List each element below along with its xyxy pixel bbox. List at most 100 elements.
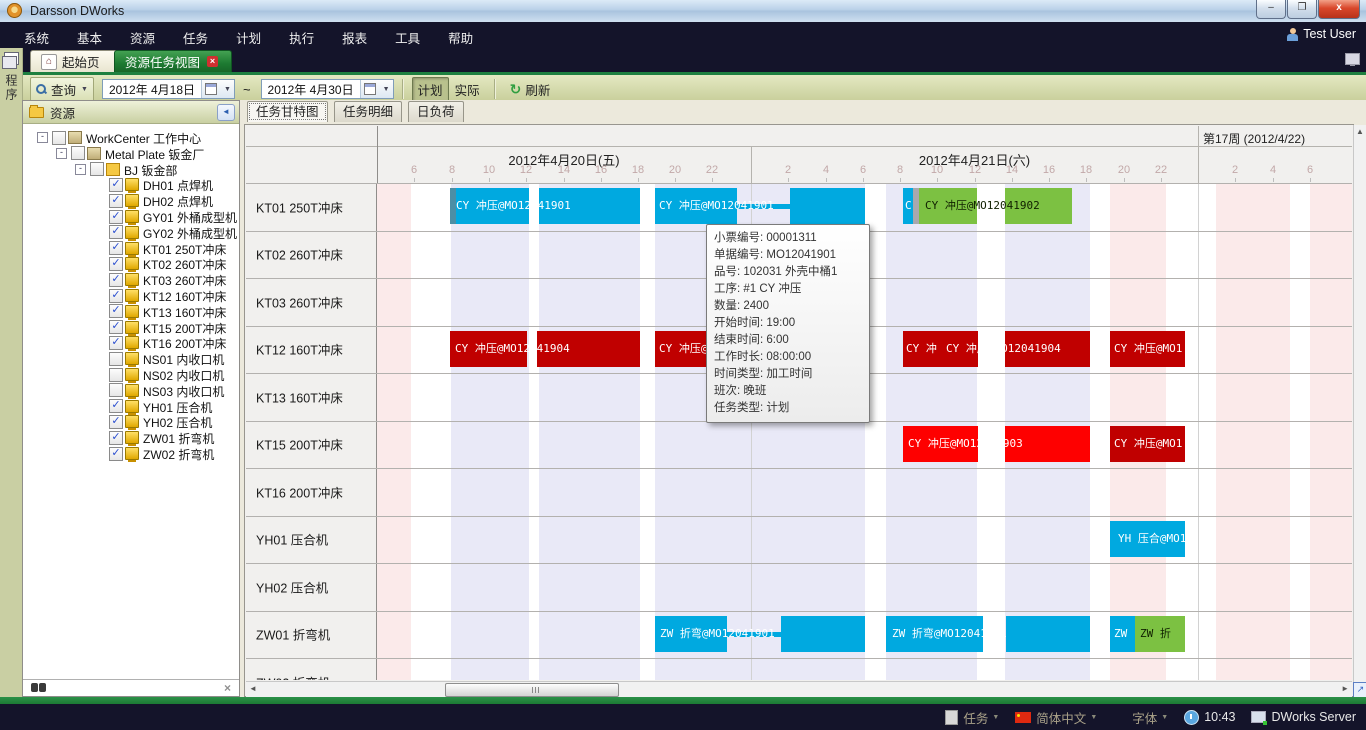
menu-item-任务[interactable]: 任务 bbox=[169, 22, 222, 48]
tree-item[interactable]: ✓DH01 点焊机 bbox=[23, 176, 239, 192]
refresh-button[interactable]: ↻ 刷新 bbox=[504, 77, 557, 102]
date-from-picker-button[interactable]: ▼ bbox=[201, 80, 234, 98]
statusbar-item-简体中文[interactable]: 简体中文▼ bbox=[1015, 708, 1097, 727]
gantt-bar-segment[interactable] bbox=[1006, 616, 1090, 652]
statusbar-item-字体[interactable]: 字体▼ bbox=[1113, 708, 1168, 727]
tree-checkbox[interactable]: ✓ bbox=[109, 178, 123, 192]
gantt-row-label: KT02 260T冲床 bbox=[246, 231, 377, 279]
tree-item[interactable]: ✓ZW02 折弯机 bbox=[23, 445, 239, 461]
subtab-任务甘特图[interactable]: 任务甘特图 bbox=[247, 101, 328, 122]
menu-item-帮助[interactable]: 帮助 bbox=[434, 22, 487, 48]
gantt-bar-handle[interactable] bbox=[913, 188, 919, 224]
panel-collapse-button[interactable]: ◄ bbox=[217, 104, 235, 121]
scroll-left-icon[interactable]: ◄ bbox=[249, 684, 257, 693]
search-button[interactable]: 查询 ▼ bbox=[30, 77, 94, 102]
tree-checkbox[interactable]: ✓ bbox=[109, 225, 123, 239]
tree-item[interactable]: NS01 内收口机 bbox=[23, 350, 239, 366]
tree-item[interactable]: -BJ 钣金部 bbox=[23, 161, 239, 177]
menu-item-资源[interactable]: 资源 bbox=[116, 22, 169, 48]
find-icon[interactable] bbox=[31, 683, 38, 692]
tree-item[interactable]: ✓DH02 点焊机 bbox=[23, 192, 239, 208]
horizontal-scrollbar-thumb[interactable] bbox=[445, 683, 619, 697]
menu-item-计划[interactable]: 计划 bbox=[222, 22, 275, 48]
tree-checkbox[interactable]: ✓ bbox=[109, 320, 123, 334]
tree-item[interactable]: ✓YH02 压合机 bbox=[23, 413, 239, 429]
subtab-任务明细[interactable]: 任务明细 bbox=[334, 101, 402, 122]
minimize-button[interactable]: – bbox=[1256, 0, 1286, 19]
tree-expander-icon[interactable]: - bbox=[75, 164, 86, 175]
popout-corner-button[interactable]: ↗ bbox=[1353, 682, 1366, 698]
tree-item[interactable]: ✓KT15 200T冲床 bbox=[23, 319, 239, 335]
tree-checkbox[interactable]: ✓ bbox=[109, 304, 123, 318]
restore-button[interactable]: ❐ bbox=[1287, 0, 1317, 19]
caret-down-icon[interactable]: ▼ bbox=[1161, 714, 1168, 721]
tree-checkbox[interactable] bbox=[90, 162, 104, 176]
user-box[interactable]: Test User bbox=[1287, 27, 1356, 41]
tree-checkbox[interactable] bbox=[109, 352, 123, 366]
menu-item-系统[interactable]: 系统 bbox=[10, 22, 63, 48]
tree-checkbox[interactable]: ✓ bbox=[109, 399, 123, 413]
plan-toggle-button[interactable]: 计划 bbox=[412, 77, 449, 102]
tree-checkbox[interactable] bbox=[52, 131, 66, 145]
tree-item[interactable]: ✓KT02 260T冲床 bbox=[23, 255, 239, 271]
tree-item[interactable]: ✓KT16 200T冲床 bbox=[23, 334, 239, 350]
tree-checkbox[interactable]: ✓ bbox=[109, 241, 123, 255]
tab-close-icon[interactable]: × bbox=[207, 56, 218, 67]
tree-item[interactable]: -Metal Plate 钣金厂 bbox=[23, 145, 239, 161]
date-to-field[interactable]: 2012年 4月30日 ▼ bbox=[261, 79, 394, 99]
date-to-picker-button[interactable]: ▼ bbox=[360, 80, 393, 98]
tree-checkbox[interactable]: ✓ bbox=[109, 447, 123, 461]
tree-checkbox[interactable]: ✓ bbox=[109, 431, 123, 445]
tree-item[interactable]: ✓KT01 250T冲床 bbox=[23, 240, 239, 256]
tree-checkbox[interactable] bbox=[109, 368, 123, 382]
actual-toggle-button[interactable]: 实际 bbox=[449, 77, 486, 102]
caret-down-icon[interactable]: ▼ bbox=[1090, 714, 1097, 721]
tree-item[interactable]: ✓GY01 外桶成型机 bbox=[23, 208, 239, 224]
tree-item[interactable]: ✓YH01 压合机 bbox=[23, 398, 239, 414]
tree-checkbox[interactable]: ✓ bbox=[109, 273, 123, 287]
tree-item[interactable]: ✓KT03 260T冲床 bbox=[23, 271, 239, 287]
menu-item-执行[interactable]: 执行 bbox=[275, 22, 328, 48]
tab-home[interactable]: ⌂ 起始页 bbox=[30, 50, 118, 72]
tree-checkbox[interactable]: ✓ bbox=[109, 415, 123, 429]
tree-item[interactable]: NS03 内收口机 bbox=[23, 382, 239, 398]
vertical-scrollbar[interactable]: ▲ ▼ bbox=[1353, 125, 1366, 696]
menu-item-基本[interactable]: 基本 bbox=[63, 22, 116, 48]
horizontal-scrollbar[interactable]: ◄ ► bbox=[246, 681, 1352, 697]
statusbar-item-任务[interactable]: 任务▼ bbox=[945, 708, 999, 727]
tab-resource-task-view[interactable]: 资源任务视图 × bbox=[114, 50, 232, 72]
statusbar-item-10:43[interactable]: 10:43 bbox=[1184, 710, 1235, 725]
tree-item[interactable]: ✓KT13 160T冲床 bbox=[23, 303, 239, 319]
tree-item[interactable]: -WorkCenter 工作中心 bbox=[23, 129, 239, 145]
tree-checkbox[interactable]: ✓ bbox=[109, 257, 123, 271]
tree-expander-icon[interactable]: - bbox=[37, 132, 48, 143]
gantt-bar-segment[interactable] bbox=[790, 188, 865, 224]
gantt-bar-segment[interactable] bbox=[781, 616, 865, 652]
search-caret-icon[interactable]: ▼ bbox=[81, 86, 88, 93]
close-button[interactable]: x bbox=[1318, 0, 1360, 19]
scroll-up-icon[interactable]: ▲ bbox=[1356, 127, 1364, 136]
caret-down-icon[interactable]: ▼ bbox=[992, 714, 999, 721]
program-strip-label[interactable]: 程序 bbox=[3, 74, 20, 102]
tree-item[interactable]: ✓KT12 160T冲床 bbox=[23, 287, 239, 303]
scroll-right-icon[interactable]: ► bbox=[1341, 684, 1349, 693]
tree-item[interactable]: ✓GY02 外桶成型机 bbox=[23, 224, 239, 240]
tree-checkbox[interactable] bbox=[71, 146, 85, 160]
hour-tick-mark bbox=[1012, 178, 1013, 182]
tree-checkbox[interactable]: ✓ bbox=[109, 336, 123, 350]
tree-checkbox[interactable]: ✓ bbox=[109, 289, 123, 303]
subtab-日负荷[interactable]: 日负荷 bbox=[408, 101, 464, 122]
tree-expander-icon[interactable]: - bbox=[56, 148, 67, 159]
tree-item[interactable]: ✓ZW01 折弯机 bbox=[23, 429, 239, 445]
program-panel-icon[interactable] bbox=[4, 52, 19, 65]
date-from-field[interactable]: 2012年 4月18日 ▼ bbox=[102, 79, 235, 99]
find-close-icon[interactable]: × bbox=[224, 681, 231, 695]
tree-checkbox[interactable]: ✓ bbox=[109, 194, 123, 208]
menu-item-工具[interactable]: 工具 bbox=[381, 22, 434, 48]
monitor-icon[interactable] bbox=[1345, 53, 1360, 65]
statusbar-item-DWorks Server[interactable]: DWorks Server bbox=[1251, 710, 1356, 724]
tree-item[interactable]: NS02 内收口机 bbox=[23, 366, 239, 382]
menu-item-报表[interactable]: 报表 bbox=[328, 22, 381, 48]
tree-checkbox[interactable]: ✓ bbox=[109, 210, 123, 224]
tree-checkbox[interactable] bbox=[109, 383, 123, 397]
